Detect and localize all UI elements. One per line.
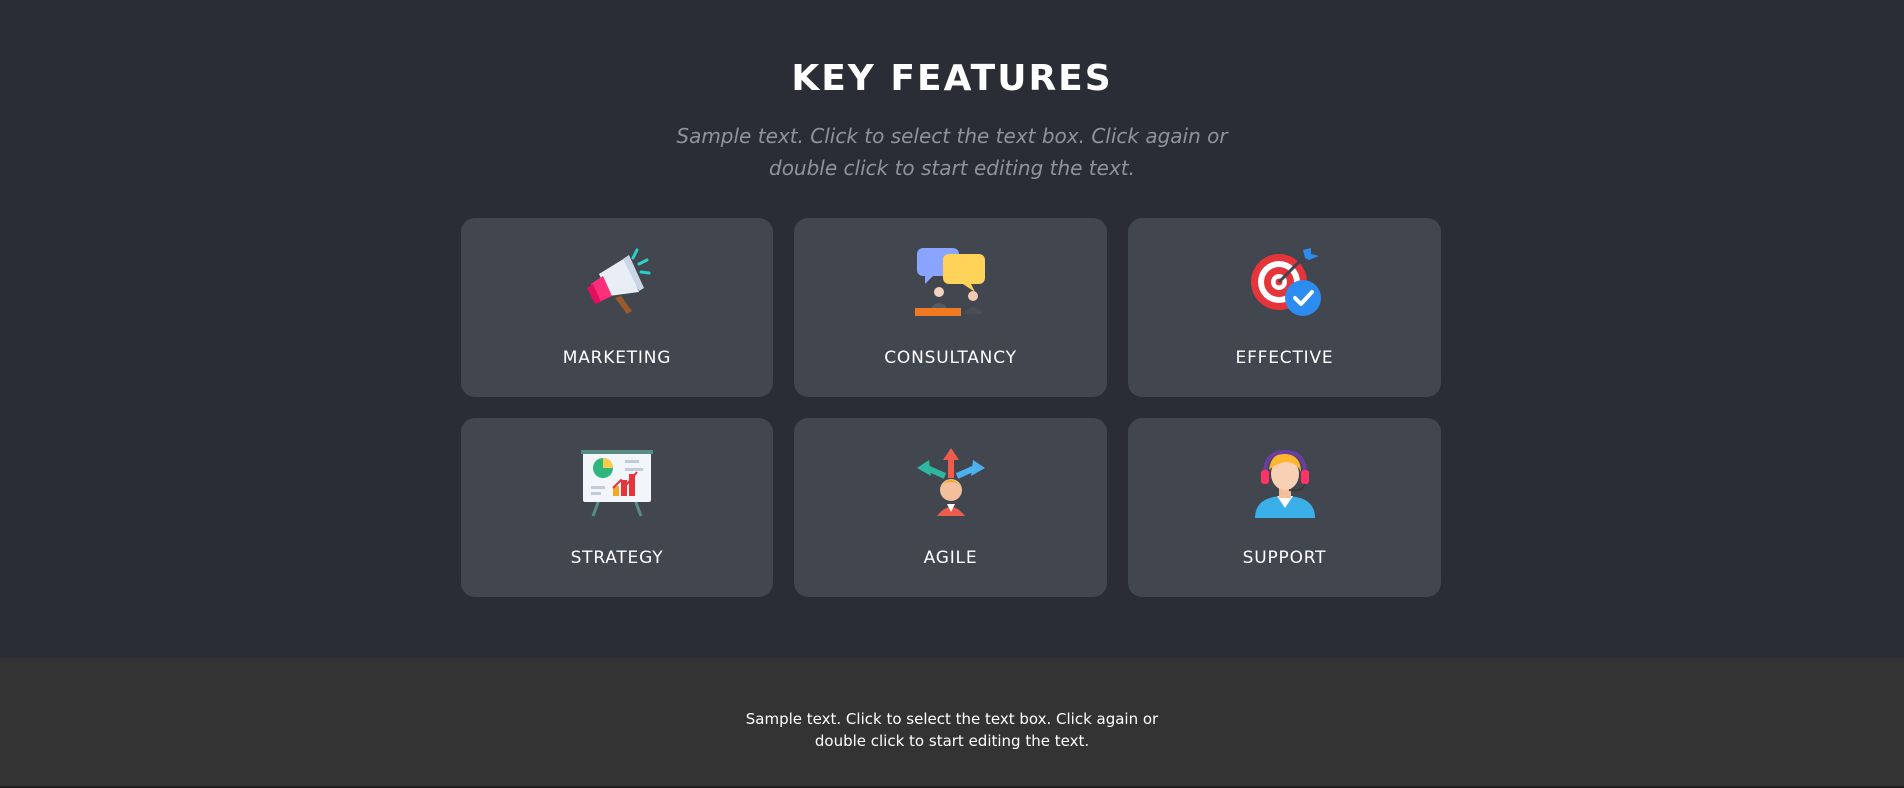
section-subtitle[interactable]: Sample text. Click to select the text bo… [652,120,1252,184]
key-features-section: KEY FEATURES Sample text. Click to selec… [0,0,1904,658]
feature-card-label: CONSULTANCY [884,348,1017,368]
megaphone-icon [581,246,653,318]
agile-arrows-person-icon [915,446,987,518]
feature-card-strategy[interactable]: STRATEGY [461,418,773,597]
feature-card-agile[interactable]: AGILE [794,418,1107,597]
consultancy-chat-icon [914,246,987,318]
feature-card-label: SUPPORT [1242,548,1327,568]
features-grid: MARKETING CONSULTANCY EFFECTIVE STRATEGY… [461,218,1442,597]
feature-card-support[interactable]: SUPPORT [1128,418,1441,597]
feature-card-label: MARKETING [562,348,672,368]
feature-card-marketing[interactable]: MARKETING [461,218,773,397]
target-check-icon [1249,246,1321,318]
support-headset-icon [1249,446,1321,518]
feature-card-label: STRATEGY [570,548,664,568]
presentation-board-icon [581,446,653,518]
feature-card-effective[interactable]: EFFECTIVE [1128,218,1441,397]
footer-text[interactable]: Sample text. Click to select the text bo… [742,708,1162,752]
feature-card-consultancy[interactable]: CONSULTANCY [794,218,1107,397]
footer: Sample text. Click to select the text bo… [0,658,1904,788]
feature-card-label: EFFECTIVE [1235,348,1334,368]
feature-card-label: AGILE [923,548,978,568]
section-title[interactable]: KEY FEATURES [0,58,1904,99]
